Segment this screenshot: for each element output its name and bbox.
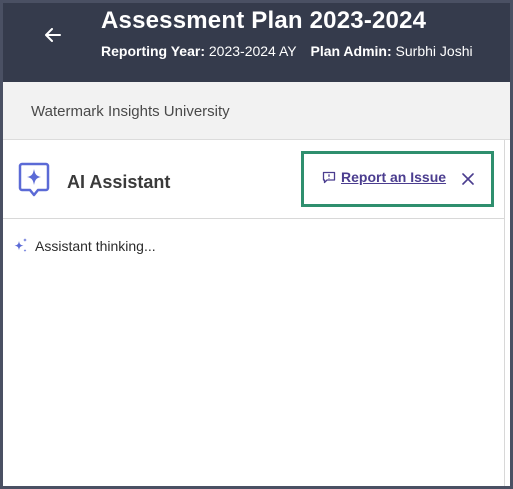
ai-assistant-header: AI Assistant Report an Issue (3, 140, 505, 219)
plan-meta: Reporting Year: 2023-2024 AY Plan Admin:… (101, 43, 483, 59)
back-button[interactable] (39, 21, 67, 49)
report-issue-link[interactable]: Report an Issue (322, 169, 446, 185)
plan-header: Assessment Plan 2023-2024 Reporting Year… (3, 3, 510, 82)
report-issue-label: Report an Issue (341, 169, 447, 185)
reporting-year-label: Reporting Year: (101, 43, 205, 59)
sparkle-icon (14, 238, 27, 252)
reporting-year-value: 2023-2024 AY (208, 43, 297, 59)
page-title: Assessment Plan 2023-2024 (101, 7, 427, 34)
assistant-status-text: Assistant thinking... (35, 237, 156, 254)
org-bar: Watermark Insights University (3, 82, 510, 140)
arrow-left-icon (45, 28, 61, 42)
plan-admin-label: Plan Admin: (310, 43, 392, 59)
close-icon (462, 173, 474, 185)
close-button[interactable] (460, 171, 476, 187)
plan-admin-value: Surbhi Joshi (395, 43, 473, 59)
assistant-status: Assistant thinking... (12, 237, 156, 254)
ai-assistant-title: AI Assistant (67, 172, 171, 192)
org-name: Watermark Insights University (31, 103, 230, 120)
ai-sparkle-chat-icon (18, 162, 50, 197)
ai-assistant-panel: AI Assistant Report an Issue Assistant t… (3, 140, 505, 486)
message-alert-icon (322, 171, 336, 183)
app-window: Assessment Plan 2023-2024 Reporting Year… (0, 0, 513, 489)
report-issue-highlight: Report an Issue (301, 151, 494, 207)
